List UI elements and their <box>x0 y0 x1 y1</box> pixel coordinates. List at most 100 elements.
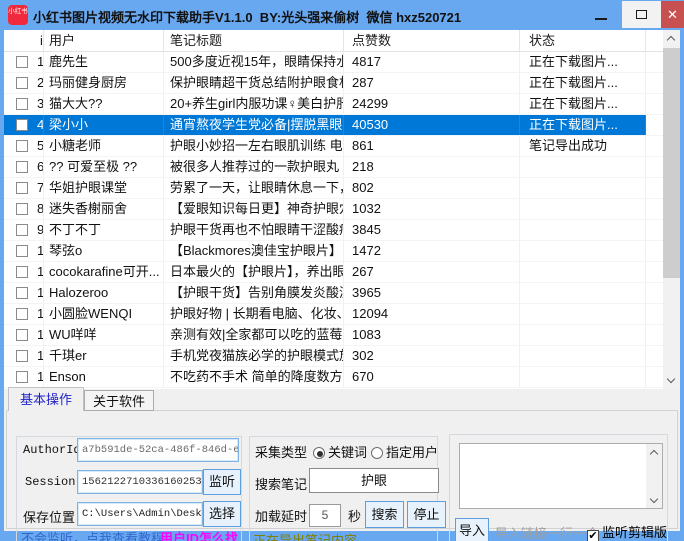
row-empty-cell <box>646 220 663 240</box>
row-empty-cell <box>646 346 663 366</box>
choose-folder-button[interactable]: 选择 <box>203 501 241 527</box>
row-id-cell: 1. <box>4 283 44 303</box>
authorid-field[interactable]: a7b591de-52ca-486f-846d-e7 <box>77 438 239 462</box>
table-row[interactable]: 8 迷失香榭丽舍 【爱眼知识每日更】神奇护眼穴位 1032 <box>4 199 663 220</box>
row-id: 1. <box>37 241 44 261</box>
table-row[interactable]: 7 华姐护眼课堂 劳累了一天，让眼睛休息一下，视力调焦动态图。... 802 <box>4 178 663 199</box>
maximize-button[interactable] <box>622 1 661 28</box>
radio-keyword[interactable]: 关键词 <box>313 442 367 461</box>
save-path-field[interactable]: C:\Users\Admin\Deskt <box>77 502 203 526</box>
row-id-cell: 1 <box>4 52 44 72</box>
row-likes: 12094 <box>344 304 520 324</box>
table-row[interactable]: 1. Halozeroo 【护眼干货】告别角膜发炎酸涩充血&缓解眼疲劳 ... … <box>4 283 663 304</box>
row-id-cell: 8 <box>4 199 44 219</box>
row-id-cell: 1. <box>4 241 44 261</box>
row-title: 被很多人推荐过的一款护眼丸 真的是很不错的一... <box>164 157 344 177</box>
row-likes: 218 <box>344 157 520 177</box>
save-path-label: 保存位置 <box>23 507 75 526</box>
row-checkbox[interactable] <box>16 56 28 68</box>
row-checkbox[interactable] <box>16 119 28 131</box>
search-button[interactable]: 搜索 <box>365 501 404 528</box>
row-checkbox[interactable] <box>16 287 28 299</box>
row-id-cell: 1. <box>4 262 44 282</box>
table-row[interactable]: 1. 小圆脸WENQI 护眼好物 | 长期看电脑、化妆、戴美瞳的简单护理 120… <box>4 304 663 325</box>
table-row[interactable]: 1 鹿先生 500多度近视15年，眼睛保持水灵的方法总结 4817 正在下载图片… <box>4 52 663 73</box>
row-checkbox[interactable] <box>16 329 28 341</box>
table-row[interactable]: 1. 千琪er 手机党夜猫族必学的护眼模式放大双眸让眼睛更亮... 302 <box>4 346 663 367</box>
scroll-down-icon[interactable] <box>663 372 680 389</box>
tutorial-link[interactable]: 不会监听，点我查看教程 <box>21 528 164 541</box>
table-row[interactable]: 6 ?? 可爱至极 ?? 被很多人推荐过的一款护眼丸 真的是很不错的一... 2… <box>4 157 663 178</box>
listen-button[interactable]: 监听 <box>203 469 241 495</box>
row-title: 不吃药不手术 简单的降度数方法 最实用的护眼干... <box>164 367 344 387</box>
row-checkbox[interactable] <box>16 203 28 215</box>
table-row[interactable]: 1. WU咩咩 亲测有效|全家都可以吃的蓝莓护眼胶囊 1083 <box>4 325 663 346</box>
row-status <box>520 325 646 345</box>
search-keyword-input[interactable]: 护眼 <box>309 468 439 493</box>
table-header: id 用户 笔记标题 点赞数 状态 <box>4 30 663 52</box>
row-checkbox[interactable] <box>16 182 28 194</box>
row-checkbox[interactable] <box>16 98 28 110</box>
row-checkbox[interactable] <box>16 224 28 236</box>
row-title: 护眼好物 | 长期看电脑、化妆、戴美瞳的简单护理 <box>164 304 344 324</box>
header-id[interactable]: id <box>4 30 44 52</box>
textarea-scroll-down-icon[interactable] <box>646 492 662 508</box>
row-likes: 3965 <box>344 283 520 303</box>
table-row[interactable]: 2 玛丽健身厨房 保护眼睛超干货总结附护眼食材及日常用眼注意事... 287 正… <box>4 73 663 94</box>
row-checkbox[interactable] <box>16 140 28 152</box>
table-row[interactable]: 9 不丁不丁 护眼干货再也不怕眼睛干涩酸痛和发炎充血了 我本... 3845 <box>4 220 663 241</box>
tab-about-software[interactable]: 关于软件 <box>84 390 154 411</box>
table-row[interactable]: 4 梁小小 通宵熬夜学生党必备|摆脱黑眼圈|救命护眼秘籍| 眼... 40530… <box>4 115 663 136</box>
textarea-scroll-up-icon[interactable] <box>646 444 662 460</box>
userid-help-link[interactable]: 用户ID怎么找 <box>160 528 238 541</box>
row-user: 猫大大?? <box>44 94 164 114</box>
tab-basic-operations[interactable]: 基本操作 <box>8 387 84 411</box>
header-user[interactable]: 用户 <box>44 30 164 52</box>
textarea-scrollbar[interactable] <box>646 444 662 508</box>
row-id-cell: 7 <box>4 178 44 198</box>
scrollbar-thumb[interactable] <box>663 48 680 278</box>
table-row[interactable]: 5 小糖老师 护眼小妙招一左右眼肌训练 电子屏发达，大家过度... 861 笔记… <box>4 136 663 157</box>
clipboard-monitor-checkbox[interactable]: ✔监听剪辑版 <box>587 522 667 541</box>
row-empty-cell <box>646 73 663 93</box>
row-id-cell: 2 <box>4 73 44 93</box>
row-status: 正在下载图片... <box>520 52 646 72</box>
minimize-button[interactable] <box>588 0 614 28</box>
row-status <box>520 178 646 198</box>
delay-input[interactable]: 5 <box>309 504 341 527</box>
table-row[interactable]: 1. 琴弦o 【Blackmores澳佳宝护眼片】 1472 <box>4 241 663 262</box>
row-checkbox[interactable] <box>16 77 28 89</box>
row-checkbox[interactable] <box>16 266 28 278</box>
import-links-textarea[interactable] <box>459 443 663 509</box>
row-likes: 267 <box>344 262 520 282</box>
row-likes: 287 <box>344 73 520 93</box>
table-row[interactable]: 1. cocokarafine可开... 日本最火的【护眼片】，养出眼神杀！ 今… <box>4 262 663 283</box>
row-checkbox[interactable] <box>16 308 28 320</box>
session-field[interactable]: 15621227103361602536 <box>77 470 203 494</box>
stop-button[interactable]: 停止 <box>407 501 446 528</box>
header-title[interactable]: 笔记标题 <box>164 30 344 52</box>
row-likes: 861 <box>344 136 520 156</box>
clipboard-monitor-label: 监听剪辑版 <box>602 525 667 540</box>
header-status[interactable]: 状态 <box>520 30 646 52</box>
radio-keyword-label: 关键词 <box>328 445 367 460</box>
table-row[interactable]: 3 猫大大?? 20+养生girl内服功课♀美白护肝护眼增发 24299 正在下… <box>4 94 663 115</box>
row-id: 6 <box>37 157 44 177</box>
row-id: 3 <box>37 94 44 114</box>
close-button[interactable]: ✕ <box>661 1 684 28</box>
row-checkbox[interactable] <box>16 371 28 383</box>
scroll-up-icon[interactable] <box>663 30 680 47</box>
row-status <box>520 220 646 240</box>
row-checkbox[interactable] <box>16 161 28 173</box>
row-checkbox[interactable] <box>16 245 28 257</box>
header-likes[interactable]: 点赞数 <box>344 30 520 52</box>
row-user: 鹿先生 <box>44 52 164 72</box>
table-scrollbar[interactable] <box>663 30 680 389</box>
row-id: 5 <box>37 136 44 156</box>
row-title: 500多度近视15年，眼睛保持水灵的方法总结 <box>164 52 344 72</box>
import-button[interactable]: 导入 <box>455 518 489 541</box>
table-row[interactable]: 1. Enson 不吃药不手术 简单的降度数方法 最实用的护眼干... 670 <box>4 367 663 388</box>
row-checkbox[interactable] <box>16 350 28 362</box>
row-user: 小圆脸WENQI <box>44 304 164 324</box>
radio-specified-user[interactable]: 指定用户 <box>371 442 438 461</box>
